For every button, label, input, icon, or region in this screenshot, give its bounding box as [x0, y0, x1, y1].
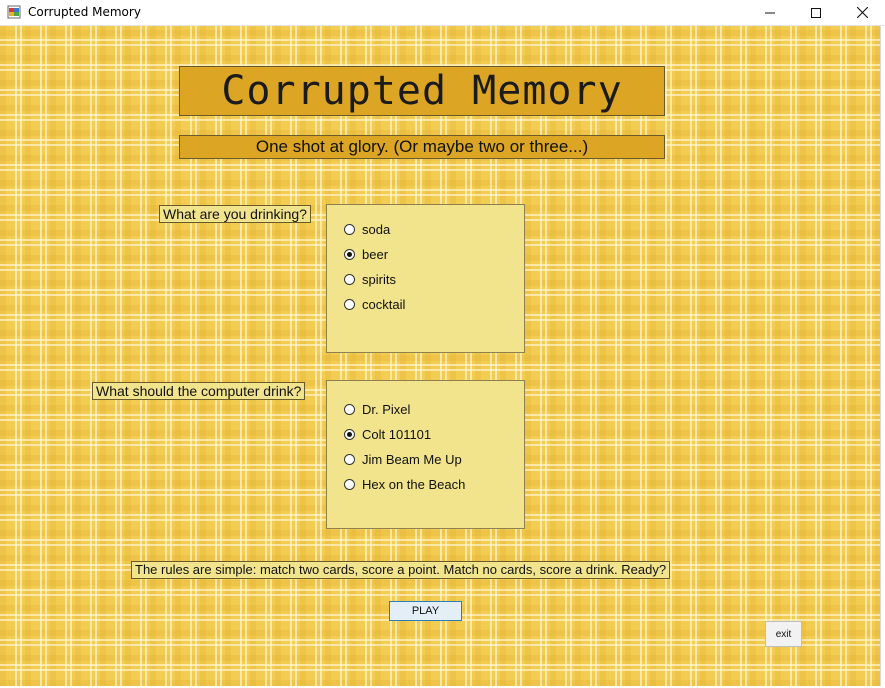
- player-drink-label: What are you drinking?: [159, 205, 311, 223]
- minimize-icon: [765, 12, 775, 13]
- close-button[interactable]: [839, 0, 885, 25]
- radio-button-icon: [344, 223, 355, 235]
- exit-button[interactable]: exit: [765, 621, 802, 647]
- radio-button-checked-icon: [344, 428, 355, 440]
- radio-label: soda: [362, 221, 391, 237]
- window-edge: [880, 26, 885, 686]
- radio-cocktail[interactable]: cocktail: [344, 295, 405, 313]
- player-drink-group: soda beer spirits cocktail: [326, 204, 525, 353]
- close-icon: [856, 7, 868, 18]
- radio-button-icon: [344, 478, 355, 490]
- radio-hex-on-the-beach[interactable]: Hex on the Beach: [344, 475, 465, 493]
- radio-label: beer: [362, 246, 389, 262]
- rules-text: The rules are simple: match two cards, s…: [131, 561, 671, 579]
- minimize-button[interactable]: [747, 0, 793, 25]
- radio-button-icon: [344, 273, 355, 285]
- radio-label: spirits: [362, 271, 396, 287]
- computer-drink-group: Dr. Pixel Colt 101101 Jim Beam Me Up Hex…: [326, 380, 525, 529]
- radio-label: Colt 101101: [362, 426, 432, 442]
- radio-label: Dr. Pixel: [362, 401, 411, 417]
- radio-colt-101101[interactable]: Colt 101101: [344, 425, 431, 443]
- app-icon: [7, 5, 21, 19]
- plaid-background: [0, 26, 880, 686]
- radio-button-icon: [344, 453, 355, 465]
- play-button[interactable]: PLAY: [389, 601, 462, 621]
- radio-beer[interactable]: beer: [344, 245, 388, 263]
- radio-spirits[interactable]: spirits: [344, 270, 396, 288]
- radio-button-icon: [344, 403, 355, 415]
- radio-label: cocktail: [362, 296, 406, 312]
- window-title: Corrupted Memory: [28, 5, 141, 19]
- radio-button-icon: [344, 298, 355, 310]
- radio-label: Hex on the Beach: [362, 476, 466, 492]
- computer-drink-label: What should the computer drink?: [92, 382, 306, 400]
- radio-jim-beam-me-up[interactable]: Jim Beam Me Up: [344, 450, 462, 468]
- radio-soda[interactable]: soda: [344, 220, 390, 238]
- title-bar: Corrupted Memory: [0, 0, 885, 26]
- maximize-button[interactable]: [793, 0, 839, 25]
- game-subtitle: One shot at glory. (Or maybe two or thre…: [179, 135, 665, 159]
- maximize-icon: [811, 7, 821, 18]
- radio-dr-pixel[interactable]: Dr. Pixel: [344, 400, 410, 418]
- game-title: Corrupted Memory: [179, 66, 665, 116]
- radio-label: Jim Beam Me Up: [362, 451, 462, 467]
- radio-button-checked-icon: [344, 248, 355, 260]
